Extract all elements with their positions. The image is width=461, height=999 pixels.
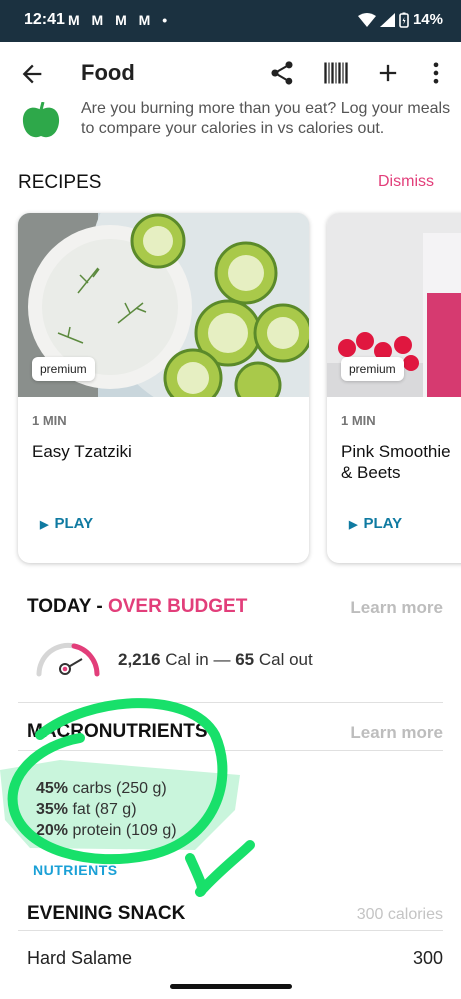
dismiss-button[interactable]: Dismiss bbox=[378, 173, 434, 191]
arrow-back-icon[interactable] bbox=[18, 60, 46, 88]
over-budget-label: OVER BUDGET bbox=[107, 596, 248, 617]
play-button[interactable]: ▶ PLAY bbox=[40, 515, 93, 532]
calorie-summary: 2,216 Cal in — 65 Cal out bbox=[118, 650, 313, 669]
apple-icon bbox=[22, 102, 60, 138]
play-icon: ▶ bbox=[349, 519, 358, 531]
recipe-card-tzatziki[interactable]: premium 1 MIN Easy Tzatziki ▶ PLAY bbox=[18, 213, 309, 563]
play-icon: ▶ bbox=[40, 519, 49, 531]
battery-percent: 14% bbox=[412, 11, 443, 28]
today-title: TODAY - OVER BUDGET bbox=[27, 596, 248, 617]
recipe-name: Easy Tzatziki bbox=[32, 442, 132, 461]
macros-learn-more-link[interactable]: Learn more bbox=[350, 723, 443, 743]
home-gesture-handle[interactable] bbox=[170, 984, 292, 989]
status-indicators: 14% bbox=[357, 11, 443, 28]
food-item-calories: 300 bbox=[412, 948, 443, 968]
app-bar: Food bbox=[0, 42, 461, 104]
recipe-duration: 1 MIN bbox=[341, 413, 376, 428]
nutrients-link[interactable]: NUTRIENTS bbox=[33, 862, 118, 878]
macro-item-protein: 20% protein (109 g) bbox=[36, 822, 177, 839]
signal-icon bbox=[379, 12, 395, 27]
recipe-name: Pink Smoothie & Beets bbox=[341, 442, 451, 482]
add-icon[interactable] bbox=[374, 59, 402, 87]
premium-badge: premium bbox=[341, 357, 404, 381]
notification-icons: M M M M • bbox=[68, 12, 172, 28]
status-time: 12:41 bbox=[24, 11, 65, 28]
premium-badge: premium bbox=[32, 357, 95, 381]
calorie-gauge-icon bbox=[36, 642, 100, 677]
divider bbox=[18, 750, 443, 751]
recipe-image: premium bbox=[18, 213, 309, 397]
today-learn-more-link[interactable]: Learn more bbox=[350, 598, 443, 618]
play-button[interactable]: ▶ PLAY bbox=[349, 515, 402, 532]
recipe-duration: 1 MIN bbox=[32, 413, 67, 428]
battery-icon bbox=[399, 12, 409, 28]
macronutrients-title: MACRONUTRIENTS bbox=[27, 721, 208, 742]
food-item-name[interactable]: Hard Salame bbox=[27, 948, 132, 969]
recipes-title: RECIPES bbox=[18, 172, 102, 193]
divider bbox=[18, 702, 443, 703]
page-title: Food bbox=[81, 60, 135, 85]
barcode-icon[interactable] bbox=[322, 59, 350, 87]
recipe-image: premium bbox=[327, 213, 461, 397]
macro-list: 45% carbs (250 g) 35% fat (87 g) 20% pro… bbox=[36, 778, 177, 841]
macro-item-carbs: 45% carbs (250 g) bbox=[36, 780, 167, 797]
info-text: Are you burning more than you eat? Log y… bbox=[81, 100, 451, 137]
evening-snack-calories: 300 calories bbox=[356, 906, 443, 923]
system-nav-bar bbox=[0, 972, 461, 999]
more-vert-icon[interactable] bbox=[422, 59, 450, 87]
evening-snack-title: EVENING SNACK bbox=[27, 903, 186, 924]
macro-item-fat: 35% fat (87 g) bbox=[36, 801, 137, 818]
wifi-icon bbox=[357, 12, 376, 27]
share-icon[interactable] bbox=[268, 59, 296, 87]
divider bbox=[18, 930, 443, 931]
status-bar: 12:41 M M M M • 14% bbox=[0, 0, 461, 42]
recipe-card-pink-smoothie[interactable]: premium 1 MIN Pink Smoothie & Beets ▶ PLA… bbox=[327, 213, 461, 563]
